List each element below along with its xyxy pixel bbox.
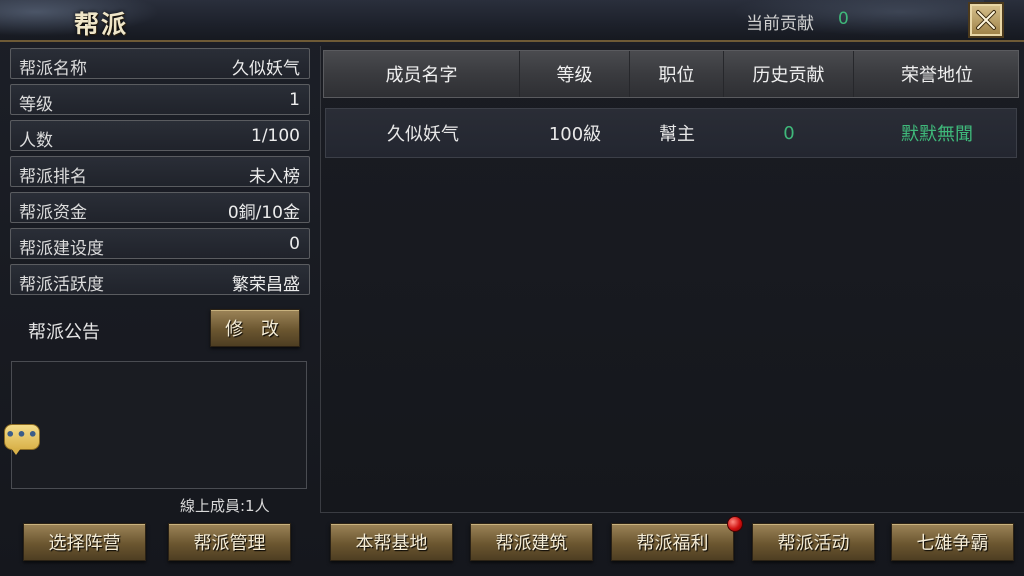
- info-row-funds: 帮派资金 0銅/10金: [10, 192, 310, 223]
- member-level: 100級: [548, 124, 602, 145]
- close-button[interactable]: [968, 2, 1004, 38]
- info-label: 帮派排名: [19, 167, 87, 187]
- table-header: 成员名字 等级 职位 历史贡献 荣誉地位: [323, 50, 1019, 98]
- column-header-level[interactable]: 等级: [520, 51, 630, 97]
- info-value: 0銅/10金: [227, 203, 300, 223]
- guild-info-panel: 帮派名称 久似妖气 等级 1 人数 1/100 帮派排名 未入榜 帮派资金 0銅…: [10, 48, 310, 300]
- column-header-name[interactable]: 成员名字: [324, 51, 520, 97]
- tab-seven-kingdoms[interactable]: 七雄争霸: [891, 523, 1014, 561]
- info-row-rank: 帮派排名 未入榜: [10, 156, 310, 187]
- info-label: 帮派建设度: [19, 239, 104, 259]
- notification-dot-icon: [727, 516, 743, 532]
- info-label: 人数: [19, 131, 53, 151]
- info-value: 未入榜: [249, 167, 300, 187]
- info-label: 帮派资金: [19, 203, 87, 223]
- guild-window: 帮派 当前贡献 0 帮派名称 久似妖气 等级 1 人数 1/100 帮派排名 未…: [0, 0, 1024, 576]
- contribution-label: 当前贡献: [746, 14, 814, 34]
- title-bar: 帮派 当前贡献 0: [0, 0, 1024, 42]
- info-value: 1/100: [251, 126, 300, 146]
- info-row-members: 人数 1/100: [10, 120, 310, 151]
- info-value: 繁荣昌盛: [232, 275, 300, 295]
- tab-guild-buildings[interactable]: 帮派建筑: [470, 523, 593, 561]
- info-row-activity: 帮派活跃度 繁荣昌盛: [10, 264, 310, 295]
- chat-bubble-icon[interactable]: •••: [4, 424, 40, 455]
- info-value: 1: [289, 90, 300, 110]
- info-value: 久似妖气: [232, 59, 300, 79]
- member-name: 久似妖气: [387, 124, 459, 145]
- info-row-level: 等级 1: [10, 84, 310, 115]
- tab-guild-activities[interactable]: 帮派活动: [752, 523, 875, 561]
- member-contribution: 0: [783, 122, 795, 144]
- select-camp-button[interactable]: 选择阵营: [23, 523, 146, 561]
- info-row-construction: 帮派建设度 0: [10, 228, 310, 259]
- guild-manage-button[interactable]: 帮派管理: [168, 523, 291, 561]
- notice-textarea[interactable]: [11, 361, 307, 489]
- info-label: 帮派活跃度: [19, 275, 104, 295]
- column-header-honor[interactable]: 荣誉地位: [854, 51, 1020, 97]
- edit-notice-button[interactable]: 修 改: [210, 309, 300, 347]
- member-position: 幫主: [659, 124, 695, 145]
- window-title: 帮派: [74, 10, 129, 39]
- notice-label: 帮派公告: [28, 322, 100, 343]
- info-row-name: 帮派名称 久似妖气: [10, 48, 310, 79]
- contribution-value: 0: [838, 9, 849, 29]
- column-header-position[interactable]: 职位: [630, 51, 724, 97]
- info-label: 帮派名称: [19, 59, 87, 79]
- table-row[interactable]: 久似妖气 100級 幫主 0 默默無聞: [325, 108, 1017, 158]
- info-value: 0: [289, 234, 300, 254]
- info-label: 等级: [19, 95, 53, 115]
- tab-guild-welfare[interactable]: 帮派福利: [611, 523, 734, 561]
- member-honor: 默默無聞: [901, 124, 973, 145]
- online-members: 線上成員:1人: [180, 497, 270, 515]
- tab-guild-base[interactable]: 本帮基地: [330, 523, 453, 561]
- member-list-panel: 成员名字 等级 职位 历史贡献 荣誉地位 久似妖气 100級 幫主 0 默默無聞: [320, 46, 1020, 512]
- close-icon: [976, 10, 996, 30]
- column-header-contribution[interactable]: 历史贡献: [724, 51, 854, 97]
